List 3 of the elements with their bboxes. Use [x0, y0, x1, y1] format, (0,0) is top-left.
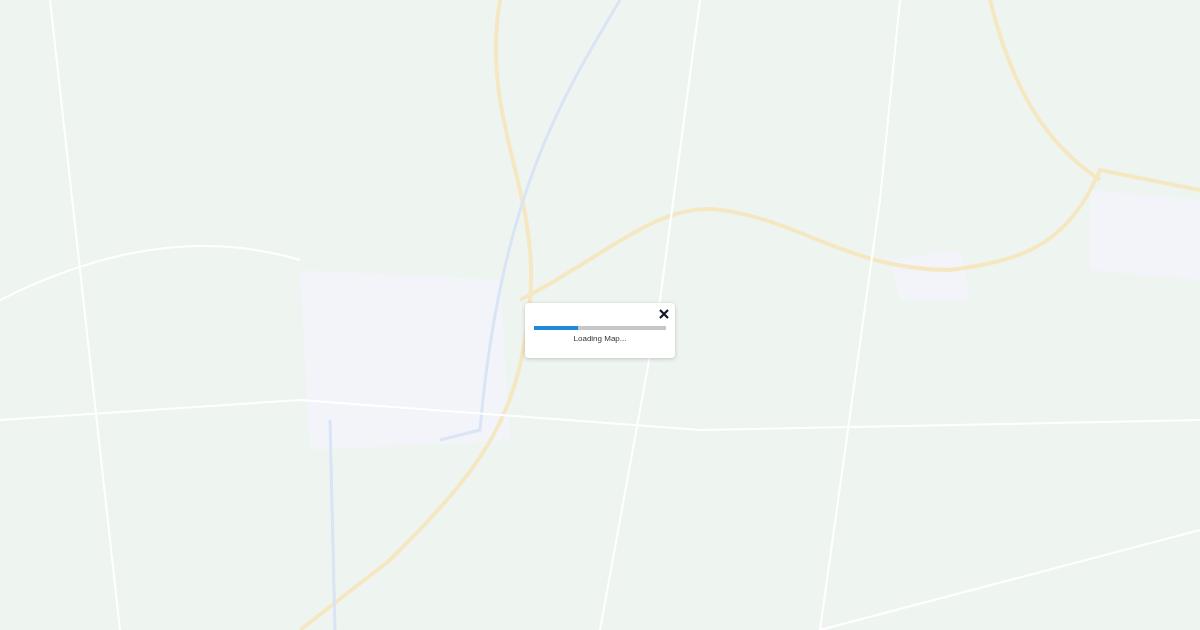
loading-message: Loading Map...: [573, 332, 627, 345]
close-icon: [659, 308, 669, 319]
close-button[interactable]: [658, 307, 670, 320]
